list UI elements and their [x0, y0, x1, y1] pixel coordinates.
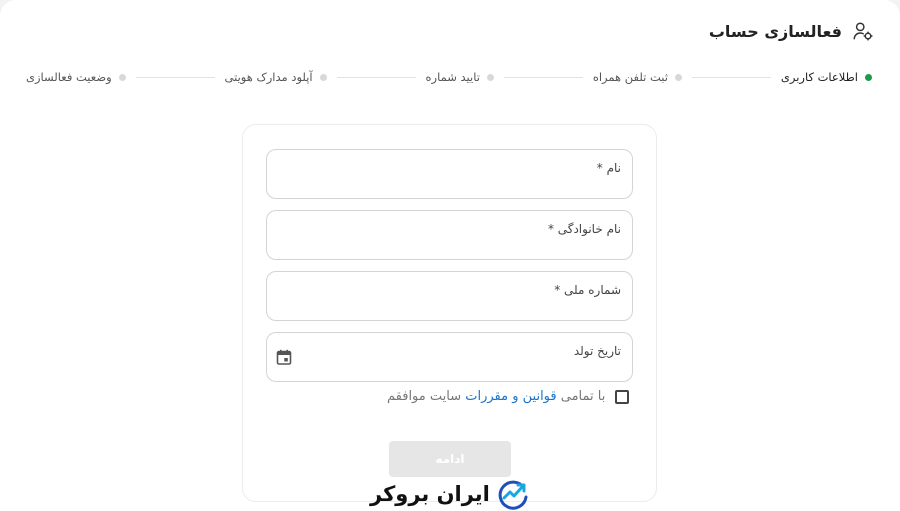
step-connector	[691, 76, 771, 78]
continue-button[interactable]: ادامه	[389, 441, 511, 477]
page-title: فعالسازی حساب	[708, 21, 842, 41]
step-connector	[503, 76, 583, 78]
step-label: اطلاعات کاربری	[780, 70, 858, 84]
step-user-info[interactable]: اطلاعات کاربری	[781, 70, 872, 84]
progress-stepper: اطلاعات کاربری ثبت تلفن همراه تایید شمار…	[26, 66, 872, 88]
step-label: وضعیت فعالسازی	[25, 70, 112, 84]
first-name-field[interactable]: نام *	[266, 149, 633, 199]
user-settings-icon	[853, 22, 873, 41]
step-label: آپلود مدارک هویتی	[224, 70, 313, 84]
last-name-label: نام خانوادگی *	[547, 222, 621, 236]
terms-prefix: با تمامی	[556, 389, 606, 404]
national-id-field[interactable]: شماره ملی *	[266, 271, 633, 321]
brand-logo: ایران بروکر	[370, 478, 532, 510]
step-activation-status[interactable]: وضعیت فعالسازی	[26, 70, 126, 84]
page: فعالسازی حساب اطلاعات کاربری ثبت تلفن هم…	[0, 0, 900, 511]
terms-text: با تمامی قوانین و مقررات سایت موافقم	[387, 389, 605, 404]
step-connector	[135, 76, 215, 78]
step-status-dot	[319, 73, 327, 81]
terms-agreement: با تمامی قوانین و مقررات سایت موافقم	[387, 389, 630, 404]
trend-chart-logo-icon	[498, 480, 528, 510]
brand-name: ایران بروکر	[370, 482, 490, 506]
national-id-label: شماره ملی *	[554, 283, 621, 297]
last-name-field[interactable]: نام خانوادگی *	[266, 210, 633, 260]
step-label: ثبت تلفن همراه	[592, 70, 668, 84]
step-documents[interactable]: آپلود مدارک هویتی	[225, 70, 327, 84]
step-status-dot	[118, 73, 126, 81]
calendar-icon[interactable]	[276, 349, 292, 365]
step-connector	[336, 76, 416, 78]
step-status-dot	[486, 73, 494, 81]
terms-link[interactable]: قوانین و مقررات	[465, 389, 556, 404]
step-label: تایید شماره	[425, 70, 480, 84]
terms-suffix: سایت موافقم	[387, 389, 466, 404]
step-phone[interactable]: ثبت تلفن همراه	[593, 70, 682, 84]
step-status-dot	[674, 73, 682, 81]
first-name-label: نام *	[596, 161, 621, 175]
form-card: نام * نام خانوادگی * شماره ملی * تاریخ ت…	[242, 124, 657, 502]
birth-date-field[interactable]: تاریخ تولد	[266, 332, 633, 382]
birth-date-label: تاریخ تولد	[573, 344, 621, 358]
terms-checkbox[interactable]	[615, 389, 630, 404]
page-header: فعالسازی حساب	[709, 20, 874, 42]
step-verify[interactable]: تایید شماره	[426, 70, 494, 84]
step-status-dot	[865, 73, 872, 81]
